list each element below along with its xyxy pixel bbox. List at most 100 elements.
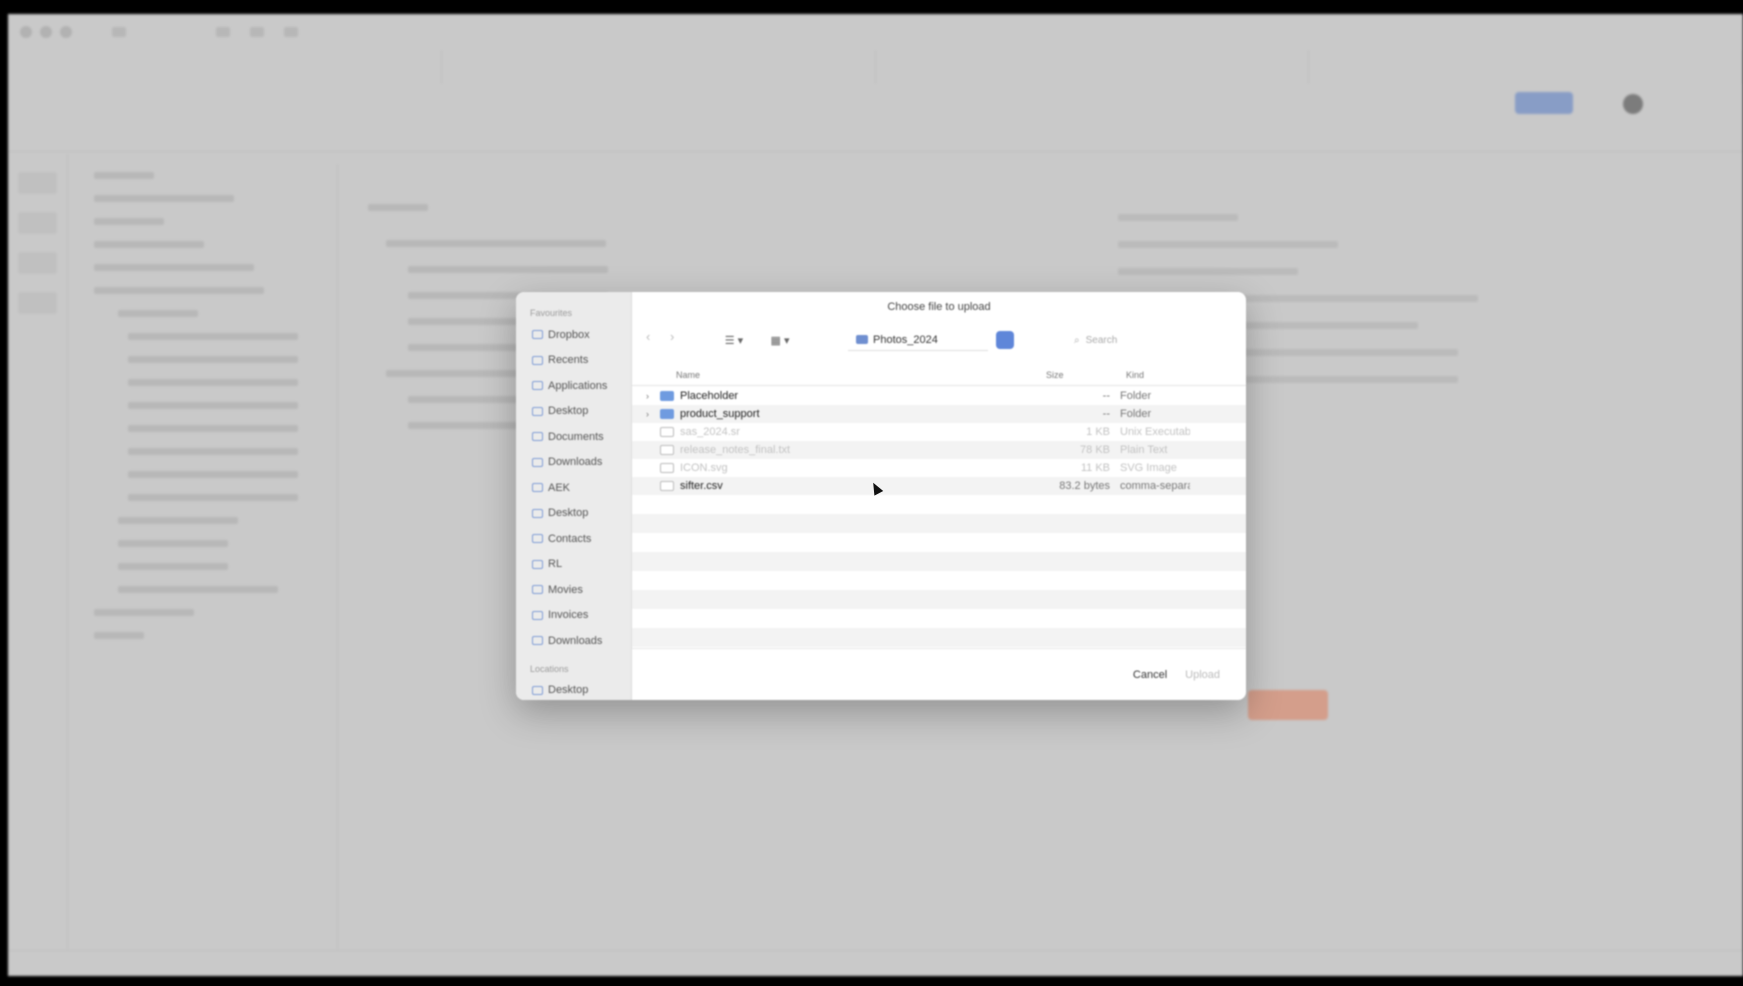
- disclosure-chevron-icon[interactable]: ›: [646, 391, 660, 401]
- screen: Favourites Dropbox Recents Applications Des…: [0, 0, 1743, 986]
- download-icon: [532, 457, 543, 467]
- empty-row: [632, 571, 1246, 590]
- empty-row: [632, 514, 1246, 533]
- file-size: 1 KB: [1086, 426, 1110, 438]
- file-size: 11 KB: [1080, 462, 1110, 474]
- folder-icon: [532, 534, 543, 544]
- sidebar-item-label: Desktop: [548, 405, 589, 418]
- location-dropdown[interactable]: Photos_2024: [848, 329, 988, 351]
- file-row[interactable]: › product_support -- Folder: [632, 405, 1246, 423]
- file-name: release_notes_final.txt: [680, 444, 791, 456]
- sidebar-item[interactable]: Downloads: [516, 628, 631, 654]
- empty-row: [632, 590, 1246, 609]
- folder-icon: [660, 409, 674, 419]
- sidebar-item[interactable]: Contacts: [516, 526, 631, 552]
- sidebar-item-label: Recents: [548, 354, 589, 367]
- column-size[interactable]: Size: [1046, 370, 1126, 380]
- file-kind: comma-separated: [1120, 480, 1190, 492]
- cancel-button[interactable]: Cancel: [1133, 669, 1167, 681]
- view-mode-button[interactable]: ☰ ▾: [716, 329, 752, 351]
- dialog-main: Choose file to upload ‹ › ☰ ▾ ▦ ▾ Photos…: [632, 292, 1246, 700]
- dialog-sidebar: Favourites Dropbox Recents Applications Des…: [516, 292, 632, 700]
- sidebar-item[interactable]: Movies: [516, 577, 631, 603]
- sidebar-item-label: Applications: [548, 379, 608, 392]
- sidebar-item[interactable]: Invoices: [516, 603, 631, 629]
- sidebar-item-label: Desktop: [548, 507, 589, 520]
- desktop-icon: [532, 406, 543, 416]
- sidebar-item-location[interactable]: Desktop: [516, 678, 631, 701]
- file-name: sas_2024.sr: [680, 426, 740, 438]
- empty-row: [632, 495, 1246, 514]
- sidebar-item[interactable]: Applications: [516, 373, 631, 399]
- folder-icon: [856, 335, 868, 344]
- folder-icon: [532, 610, 543, 620]
- sidebar-item[interactable]: Desktop: [516, 501, 631, 527]
- dialog-footer: Cancel Upload: [632, 648, 1246, 700]
- sidebar-item-label: AEK: [548, 481, 571, 494]
- location-label: Photos_2024: [873, 333, 938, 346]
- sidebar-item[interactable]: Recents: [516, 348, 631, 374]
- sidebar-item-label: Desktop: [548, 684, 589, 697]
- movie-icon: [532, 585, 543, 595]
- sidebar-item[interactable]: Desktop: [516, 399, 631, 425]
- file-kind: Folder: [1120, 390, 1152, 402]
- file-size: --: [1102, 390, 1110, 402]
- sidebar-item-label: Documents: [548, 430, 604, 443]
- file-size: 78 KB: [1080, 444, 1110, 456]
- file-size: --: [1102, 408, 1110, 420]
- file-name: product_support: [680, 408, 760, 420]
- sidebar-item[interactable]: Downloads: [516, 450, 631, 476]
- sidebar-item-label: Contacts: [548, 532, 592, 545]
- file-icon: [660, 481, 674, 491]
- file-row[interactable]: ICON.svg 11 KB SVG Image: [632, 459, 1246, 477]
- file-icon: [660, 445, 674, 455]
- column-header: Name Size Kind: [632, 364, 1246, 386]
- folder-icon: [660, 391, 674, 401]
- file-row[interactable]: release_notes_final.txt 78 KB Plain Text: [632, 441, 1246, 459]
- sidebar-item-label: Downloads: [548, 456, 603, 469]
- dialog-toolbar: ‹ › ☰ ▾ ▦ ▾ Photos_2024 ⌕ Search: [632, 324, 1246, 356]
- folder-icon: [532, 636, 543, 646]
- file-kind: Folder: [1120, 408, 1152, 420]
- file-kind: SVG Image: [1120, 462, 1177, 474]
- back-forward-buttons[interactable]: ‹ ›: [646, 329, 706, 351]
- sidebar-item-label: Invoices: [548, 609, 589, 622]
- apps-icon: [532, 381, 543, 391]
- sidebar-item[interactable]: RL: [516, 552, 631, 578]
- file-size: 83.2 bytes: [1059, 480, 1110, 492]
- sidebar-item-label: RL: [548, 558, 563, 571]
- file-name: sifter.csv: [680, 480, 723, 492]
- clock-icon: [532, 355, 543, 365]
- folder-icon: [532, 559, 543, 569]
- sidebar-item-label: Downloads: [548, 634, 603, 647]
- file-row[interactable]: sifter.csv 83.2 bytes comma-separated: [632, 477, 1246, 495]
- sidebar-item[interactable]: Documents: [516, 424, 631, 450]
- file-name: ICON.svg: [680, 462, 728, 474]
- upload-button[interactable]: Upload: [1185, 669, 1220, 681]
- file-row[interactable]: sas_2024.sr 1 KB Unix Executable: [632, 423, 1246, 441]
- empty-row: [632, 533, 1246, 552]
- sidebar-section-header: Locations: [530, 663, 569, 674]
- file-list: › Placeholder -- Folder › product_support -- Fo…: [632, 387, 1246, 648]
- file-icon: [660, 427, 674, 437]
- file-row[interactable]: › Placeholder -- Folder: [632, 387, 1246, 405]
- file-name: Placeholder: [680, 390, 739, 402]
- document-icon: [532, 432, 543, 442]
- sidebar-item[interactable]: AEK: [516, 475, 631, 501]
- search-field[interactable]: ⌕ Search: [1074, 329, 1174, 351]
- column-kind[interactable]: Kind: [1126, 370, 1196, 380]
- empty-row: [632, 628, 1246, 647]
- grid-view-button[interactable]: ▦ ▾: [762, 329, 798, 351]
- column-name[interactable]: Name: [676, 370, 1046, 380]
- sidebar-section-header: Favourites: [530, 308, 573, 318]
- location-chevron-icon[interactable]: [996, 331, 1014, 349]
- file-icon: [660, 463, 674, 473]
- folder-icon: [532, 508, 543, 518]
- empty-row: [632, 552, 1246, 571]
- sidebar-item[interactable]: Dropbox: [516, 322, 631, 348]
- disclosure-chevron-icon[interactable]: ›: [646, 409, 660, 419]
- search-placeholder: Search: [1085, 334, 1118, 346]
- dropbox-icon: [532, 330, 543, 340]
- sidebar-item-label: Dropbox: [548, 328, 590, 341]
- search-icon: ⌕: [1074, 334, 1080, 346]
